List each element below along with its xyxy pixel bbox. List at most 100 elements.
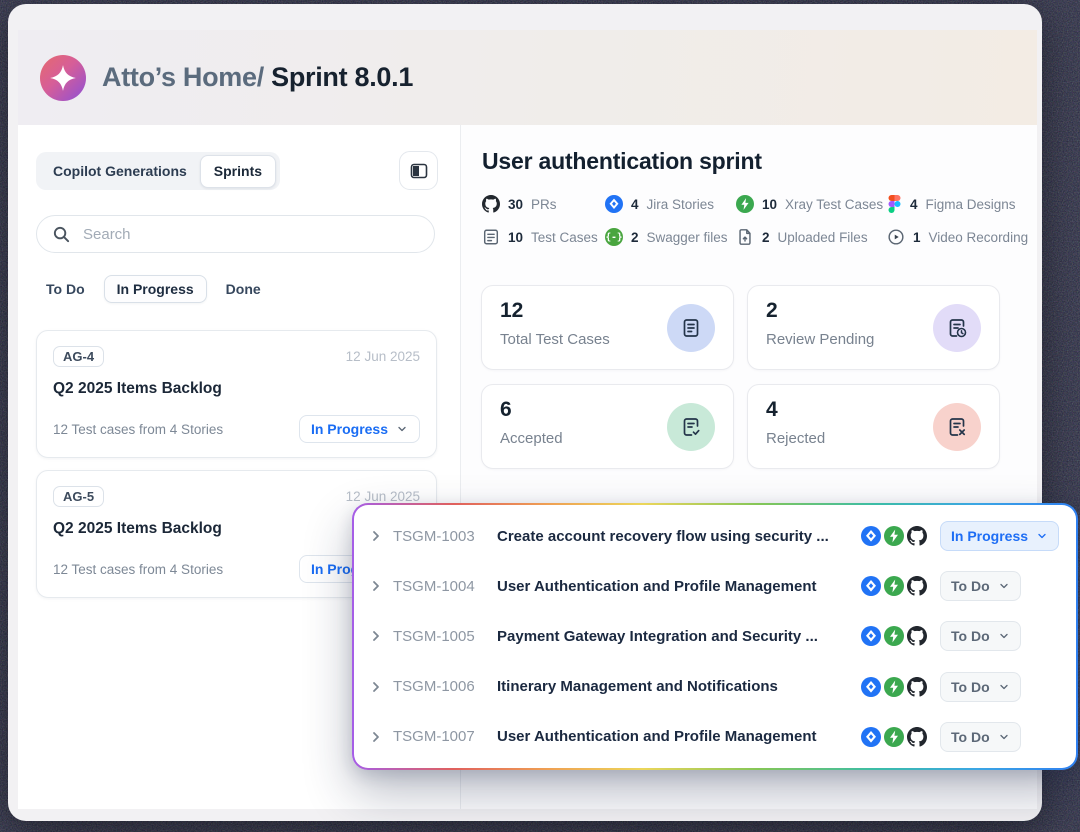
test-case-id: TSGM-1006 bbox=[393, 678, 485, 695]
github-icon bbox=[907, 626, 927, 646]
test-case-row[interactable]: TSGM-1005 Payment Gateway Integration an… bbox=[354, 611, 1076, 661]
filter-done[interactable]: Done bbox=[226, 281, 261, 297]
document-icon bbox=[680, 317, 702, 339]
chevron-right-icon[interactable] bbox=[368, 628, 384, 644]
stat-swagger-files: {-} 2 Swagger files bbox=[605, 226, 736, 248]
document-check-icon bbox=[680, 416, 702, 438]
stat-test-cases: 10 Test Cases bbox=[482, 226, 605, 248]
video-icon bbox=[887, 228, 905, 246]
status-dropdown[interactable]: To Do bbox=[940, 722, 1021, 752]
test-case-id: TSGM-1005 bbox=[393, 628, 485, 645]
atto-logo bbox=[40, 55, 86, 101]
card-date: 12 Jun 2025 bbox=[346, 349, 420, 364]
status-dropdown[interactable]: To Do bbox=[940, 621, 1021, 651]
github-icon bbox=[907, 526, 927, 546]
source-icons bbox=[861, 626, 927, 646]
tab-sprints[interactable]: Sprints bbox=[200, 155, 276, 188]
test-case-id: TSGM-1004 bbox=[393, 578, 485, 595]
search-box[interactable] bbox=[36, 215, 435, 253]
filter-in-progress[interactable]: In Progress bbox=[104, 275, 207, 303]
search-input[interactable] bbox=[83, 226, 383, 243]
app-header: Atto’s Home/ Sprint 8.0.1 bbox=[18, 30, 1037, 125]
chevron-right-icon[interactable] bbox=[368, 729, 384, 745]
test-cases-popup: TSGM-1003 Create account recovery flow u… bbox=[352, 503, 1078, 770]
test-case-row[interactable]: TSGM-1006 Itinerary Management and Notif… bbox=[354, 662, 1076, 712]
test-cases-icon bbox=[482, 228, 500, 246]
test-case-row[interactable]: TSGM-1003 Create account recovery flow u… bbox=[354, 511, 1076, 561]
chevron-down-icon bbox=[998, 580, 1010, 592]
sprint-title: Sprint 8.0.1 bbox=[264, 62, 413, 92]
test-case-id: TSGM-1003 bbox=[393, 528, 485, 545]
chevron-down-icon bbox=[998, 731, 1010, 743]
test-case-id: TSGM-1007 bbox=[393, 728, 485, 745]
card-subtitle: 12 Test cases from 4 Stories bbox=[53, 422, 223, 437]
source-icons bbox=[861, 576, 927, 596]
status-dropdown[interactable]: To Do bbox=[940, 571, 1021, 601]
sprint-card[interactable]: AG-4 12 Jun 2025 Q2 2025 Items Backlog 1… bbox=[36, 330, 437, 458]
xray-icon bbox=[884, 626, 904, 646]
document-clock-icon bbox=[946, 317, 968, 339]
filter-todo[interactable]: To Do bbox=[46, 281, 85, 297]
chevron-right-icon[interactable] bbox=[368, 528, 384, 544]
github-icon bbox=[907, 727, 927, 747]
github-icon bbox=[482, 195, 500, 213]
card-subtitle: 12 Test cases from 4 Stories bbox=[53, 562, 223, 577]
summary-card-accepted: 6 Accepted bbox=[481, 384, 734, 469]
stat-figma-designs: 4 Figma Designs bbox=[887, 193, 1028, 215]
summary-cards: 12 Total Test Cases 2 Review Pending bbox=[481, 285, 1000, 469]
github-icon bbox=[907, 576, 927, 596]
test-case-title: Itinerary Management and Notifications bbox=[497, 678, 861, 695]
card-id-badge: AG-5 bbox=[53, 486, 104, 507]
stat-prs: 30 PRs bbox=[482, 193, 605, 215]
upload-file-icon bbox=[736, 228, 754, 246]
document-x-icon bbox=[946, 416, 968, 438]
source-icons bbox=[861, 677, 927, 697]
jira-icon bbox=[861, 677, 881, 697]
sparkle-icon bbox=[49, 64, 77, 92]
stat-jira-stories: 4 Jira Stories bbox=[605, 193, 736, 215]
panel-toggle-button[interactable] bbox=[399, 151, 438, 190]
xray-icon bbox=[736, 195, 754, 213]
card-id-badge: AG-4 bbox=[53, 346, 104, 367]
status-filters: To Do In Progress Done bbox=[46, 275, 261, 303]
card-title: Q2 2025 Items Backlog bbox=[53, 380, 420, 398]
page-title: Atto’s Home/ Sprint 8.0.1 bbox=[102, 62, 413, 93]
chevron-down-icon bbox=[1036, 530, 1048, 542]
figma-icon bbox=[887, 195, 902, 213]
chevron-down-icon bbox=[998, 681, 1010, 693]
jira-icon bbox=[605, 195, 623, 213]
swagger-icon: {-} bbox=[605, 228, 623, 246]
stat-xray-test-cases: 10 Xray Test Cases bbox=[736, 193, 887, 215]
summary-card-review-pending: 2 Review Pending bbox=[747, 285, 1000, 370]
card-date: 12 Jun 2025 bbox=[346, 489, 420, 504]
test-case-title: User Authentication and Profile Manageme… bbox=[497, 578, 861, 595]
stat-uploaded-files: 2 Uploaded Files bbox=[736, 226, 887, 248]
summary-card-total: 12 Total Test Cases bbox=[481, 285, 734, 370]
jira-icon bbox=[861, 576, 881, 596]
jira-icon bbox=[861, 727, 881, 747]
test-case-row[interactable]: TSGM-1004 User Authentication and Profil… bbox=[354, 561, 1076, 611]
source-icons bbox=[861, 727, 927, 747]
xray-icon bbox=[884, 677, 904, 697]
jira-icon bbox=[861, 526, 881, 546]
search-icon bbox=[52, 225, 71, 244]
stat-video-recording: 1 Video Recording bbox=[887, 226, 1028, 248]
chevron-right-icon[interactable] bbox=[368, 578, 384, 594]
svg-text:{-}: {-} bbox=[605, 232, 622, 243]
card-status-dropdown[interactable]: In Progress bbox=[299, 415, 420, 443]
xray-icon bbox=[884, 576, 904, 596]
status-dropdown[interactable]: In Progress bbox=[940, 521, 1059, 551]
sprint-name: User authentication sprint bbox=[482, 148, 762, 175]
breadcrumb[interactable]: Atto’s Home/ bbox=[102, 62, 264, 92]
sprint-stats: 30 PRs 4 Jira Stories bbox=[482, 193, 1028, 248]
view-switcher: Copilot Generations Sprints bbox=[36, 152, 280, 190]
github-icon bbox=[907, 677, 927, 697]
tab-copilot-generations[interactable]: Copilot Generations bbox=[40, 156, 200, 187]
chevron-down-icon bbox=[396, 423, 408, 435]
status-dropdown[interactable]: To Do bbox=[940, 672, 1021, 702]
test-case-row[interactable]: TSGM-1007 User Authentication and Profil… bbox=[354, 712, 1076, 762]
summary-card-rejected: 4 Rejected bbox=[747, 384, 1000, 469]
chevron-down-icon bbox=[998, 630, 1010, 642]
jira-icon bbox=[861, 626, 881, 646]
chevron-right-icon[interactable] bbox=[368, 679, 384, 695]
